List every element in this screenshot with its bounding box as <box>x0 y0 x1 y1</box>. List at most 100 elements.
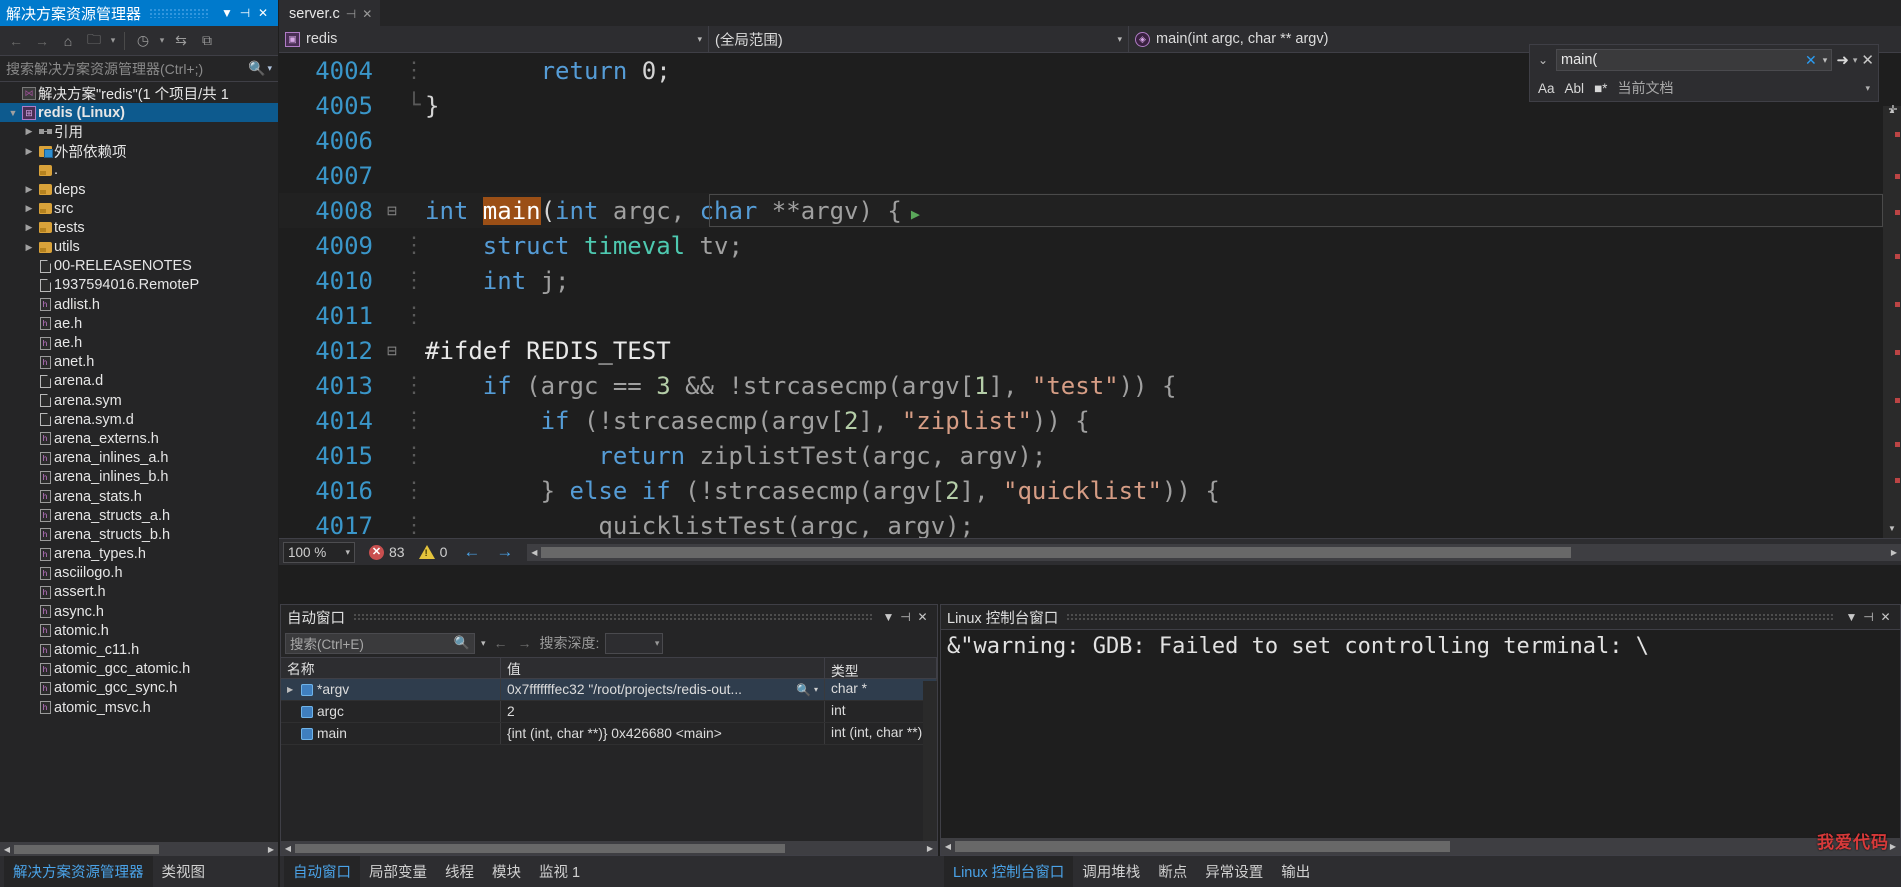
code-line[interactable]: 4016 ⋮ } else if (!strcasecmp(argv[2], "q… <box>279 473 1901 508</box>
tree-item[interactable]: ▼ ⊞ redis (Linux) <box>0 103 278 123</box>
tree-item[interactable]: h asciilogo.h <box>0 564 278 583</box>
pending-changes-dropdown-icon[interactable]: ▾ <box>157 29 167 53</box>
tree-item[interactable]: h arena_externs.h <box>0 429 278 448</box>
tree-item[interactable]: h arena_structs_b.h <box>0 525 278 544</box>
cell-name[interactable]: main <box>281 723 501 744</box>
pin-icon[interactable]: ⊣ <box>346 7 356 21</box>
expander-icon[interactable]: ▶ <box>22 126 36 137</box>
tree-item[interactable]: ▶ utils <box>0 238 278 257</box>
navbar-project-dropdown[interactable]: ▣ redis ▾ <box>279 25 709 53</box>
cell-value[interactable]: 2 <box>501 701 825 722</box>
chevron-down-icon[interactable]: ▾ <box>697 34 702 45</box>
autos-grid[interactable]: 名称 值 类型 ▶ *argv 0x7fffffffec32 "/root/proj… <box>281 657 937 745</box>
tree-item[interactable]: h arena_structs_a.h <box>0 506 278 525</box>
chevron-down-icon[interactable]: ▾ <box>1823 55 1828 66</box>
tree-item[interactable]: h atomic.h <box>0 621 278 640</box>
scroll-left-icon[interactable]: ◀ <box>0 845 14 854</box>
cell-name[interactable]: argc <box>281 701 501 722</box>
code-text[interactable]: #ifdef REDIS_TEST <box>425 337 1901 365</box>
code-line[interactable]: 4006 <box>279 123 1901 158</box>
table-row[interactable]: ▶ *argv 0x7fffffffec32 "/root/projects/red… <box>281 679 937 701</box>
expander-icon[interactable]: ▶ <box>22 146 36 157</box>
close-icon[interactable]: ✕ <box>914 610 931 624</box>
forward-arrow-icon[interactable]: → <box>30 29 54 53</box>
tree-item[interactable]: ▶ tests <box>0 218 278 237</box>
tree-item[interactable]: ▶ src <box>0 199 278 218</box>
magnifier-icon[interactable]: 🔍 <box>454 635 470 651</box>
zoom-level-dropdown[interactable]: 100 % ▾ <box>283 541 355 563</box>
panel-tab[interactable]: 异常设置 <box>1196 856 1272 887</box>
outline-collapse-icon[interactable]: ⊟ <box>381 203 403 219</box>
find-next-icon[interactable]: ➜ <box>1836 51 1849 69</box>
navbar-scope-dropdown[interactable]: (全局范围) ▾ <box>709 25 1129 53</box>
chevron-down-icon[interactable]: ▾ <box>814 685 818 694</box>
code-text[interactable]: int j; <box>425 267 1901 295</box>
code-text[interactable]: struct timeval tv; <box>425 232 1901 260</box>
editor-horizontal-scrollbar[interactable]: ◀ ▶ <box>527 543 1901 561</box>
chevron-down-icon[interactable]: ⌄ <box>1534 53 1552 67</box>
next-issue-arrow-icon[interactable]: → <box>496 542 513 562</box>
close-icon[interactable]: ✕ <box>1877 610 1894 624</box>
editor-vertical-scrollbar[interactable]: ▲ ▼ <box>1883 106 1901 538</box>
code-text[interactable]: if (!strcasecmp(argv[2], "ziplist")) { <box>425 407 1901 435</box>
expander-icon[interactable]: ▶ <box>287 685 297 694</box>
code-line[interactable]: 4012 ⊟ #ifdef REDIS_TEST <box>279 333 1901 368</box>
scroll-left-icon[interactable]: ◀ <box>281 844 295 853</box>
chevron-down-icon[interactable]: ▾ <box>1865 83 1870 94</box>
tree-item[interactable]: h atomic_c11.h <box>0 640 278 659</box>
tree-item[interactable]: h anet.h <box>0 353 278 372</box>
panel-tab[interactable]: 监视 1 <box>530 856 589 887</box>
column-header-type[interactable]: 类型 <box>825 658 937 679</box>
tree-item[interactable]: h assert.h <box>0 583 278 602</box>
column-header-name[interactable]: 名称 <box>281 658 501 678</box>
chevron-down-icon[interactable]: ▼ <box>880 610 897 624</box>
tree-item[interactable]: ▶ 引用 <box>0 122 278 141</box>
tree-item[interactable]: h arena_stats.h <box>0 487 278 506</box>
tree-item[interactable]: h arena_inlines_a.h <box>0 449 278 468</box>
panel-tab[interactable]: Linux 控制台窗口 <box>944 856 1074 887</box>
clear-icon[interactable]: ✕ <box>1805 52 1817 69</box>
tree-item[interactable]: . <box>0 161 278 180</box>
match-whole-word-icon[interactable]: Abl <box>1565 81 1585 96</box>
sync-icon[interactable]: ⇆ <box>169 29 193 53</box>
autos-grid-body[interactable]: ▶ *argv 0x7fffffffec32 "/root/projects/red… <box>281 679 937 745</box>
close-icon[interactable]: ✕ <box>254 6 272 20</box>
new-folder-icon[interactable]: 🗀 <box>82 29 106 53</box>
tree-item[interactable]: arena.sym <box>0 391 278 410</box>
cell-value[interactable]: 0x7fffffffec32 "/root/projects/redis-out… <box>501 679 825 700</box>
collapse-all-icon[interactable]: ⧉ <box>195 29 219 53</box>
code-text[interactable]: return ziplistTest(argc, argv); <box>425 442 1901 470</box>
code-editor-surface[interactable]: 4004 ⋮ return 0; 4005 └} 4006 4007 4008 ⊟ int ma… <box>279 53 1901 565</box>
panel-tab[interactable]: 模块 <box>483 856 530 887</box>
chevron-down-icon[interactable]: ▾ <box>1117 34 1122 45</box>
document-tab-server-c[interactable]: server.c ⊣ ✕ <box>279 0 381 26</box>
scroll-left-icon[interactable]: ◀ <box>527 548 541 557</box>
solution-search-box[interactable]: 搜索解决方案资源管理器(Ctrl+;) 🔍 ▾ <box>0 56 278 82</box>
close-icon[interactable]: ✕ <box>362 7 372 21</box>
home-icon[interactable]: ⌂ <box>56 29 80 53</box>
panel-tab[interactable]: 局部变量 <box>360 856 436 887</box>
code-line[interactable]: 4011 ⋮ <box>279 298 1901 333</box>
tree-item[interactable]: ⋈ 解决方案"redis"(1 个项目/共 1 <box>0 84 278 103</box>
search-icon[interactable]: 🔍 <box>248 60 265 77</box>
cell-name[interactable]: ▶ *argv <box>281 679 501 700</box>
tree-item[interactable]: h async.h <box>0 602 278 621</box>
table-row[interactable]: argc 2 int <box>281 701 937 723</box>
new-folder-dropdown-icon[interactable]: ▾ <box>108 29 118 53</box>
editor-splitter-handle[interactable]: ✛ <box>1886 103 1900 119</box>
scroll-left-icon[interactable]: ◀ <box>941 842 955 851</box>
chevron-down-icon[interactable]: ▼ <box>1843 610 1860 624</box>
tree-item[interactable]: arena.d <box>0 372 278 391</box>
search-next-icon[interactable]: → <box>518 635 532 651</box>
tree-item[interactable]: h adlist.h <box>0 295 278 314</box>
tree-item[interactable]: arena.sym.d <box>0 410 278 429</box>
panel-tab[interactable]: 类视图 <box>153 856 215 887</box>
autos-search-input[interactable]: 搜索(Ctrl+E) 🔍 <box>285 632 475 654</box>
cell-value[interactable]: {int (int, char **)} 0x426680 <main> <box>501 723 825 744</box>
match-case-icon[interactable]: Aa <box>1538 81 1555 96</box>
autos-vertical-scrollbar[interactable] <box>923 681 937 841</box>
tree-item[interactable]: 00-RELEASENOTES <box>0 257 278 276</box>
outline-collapse-icon[interactable]: ⊟ <box>381 343 403 359</box>
find-input[interactable]: main( ✕ ▾ <box>1556 49 1833 71</box>
code-line[interactable]: 4014 ⋮ if (!strcasecmp(argv[2], "ziplist"… <box>279 403 1901 438</box>
